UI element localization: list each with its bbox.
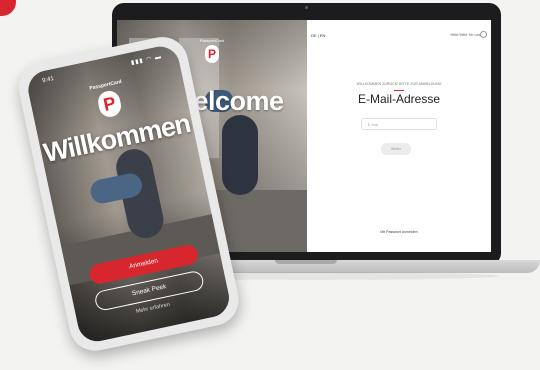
laptop-camera — [305, 6, 308, 9]
accent-divider — [394, 90, 404, 91]
status-time: 9:41 — [41, 76, 55, 85]
login-subtitle: WILLKOMMEN ZURÜCK! BITTE ZUR ANMELDUNG — [356, 82, 442, 86]
help-icon[interactable] — [480, 31, 487, 38]
email-heading: E-Mail-Adresse — [357, 92, 441, 106]
help-link[interactable]: Hilfe/Hilfe für uns — [451, 32, 481, 37]
laptop-notch — [275, 260, 337, 264]
language-switch[interactable]: DE | EN — [311, 33, 325, 38]
logo-icon: P — [96, 88, 124, 119]
brand-name: PassportCard — [199, 38, 225, 43]
corner-badge — [0, 0, 16, 16]
father-figure — [222, 115, 258, 195]
status-icons: ▮▮▮ ◠ ▬ — [130, 54, 163, 67]
continue-button[interactable]: Weiter — [381, 143, 411, 155]
email-input[interactable]: E-Mail — [361, 118, 437, 130]
login-form-panel: DE | EN Hilfe/Hilfe für uns WILLKOMMEN Z… — [307, 20, 491, 252]
password-login-link[interactable]: Mit Passwort anmelden — [307, 230, 491, 234]
passportcard-logo: PassportCard P — [195, 38, 229, 63]
logo-icon: P — [205, 45, 219, 63]
